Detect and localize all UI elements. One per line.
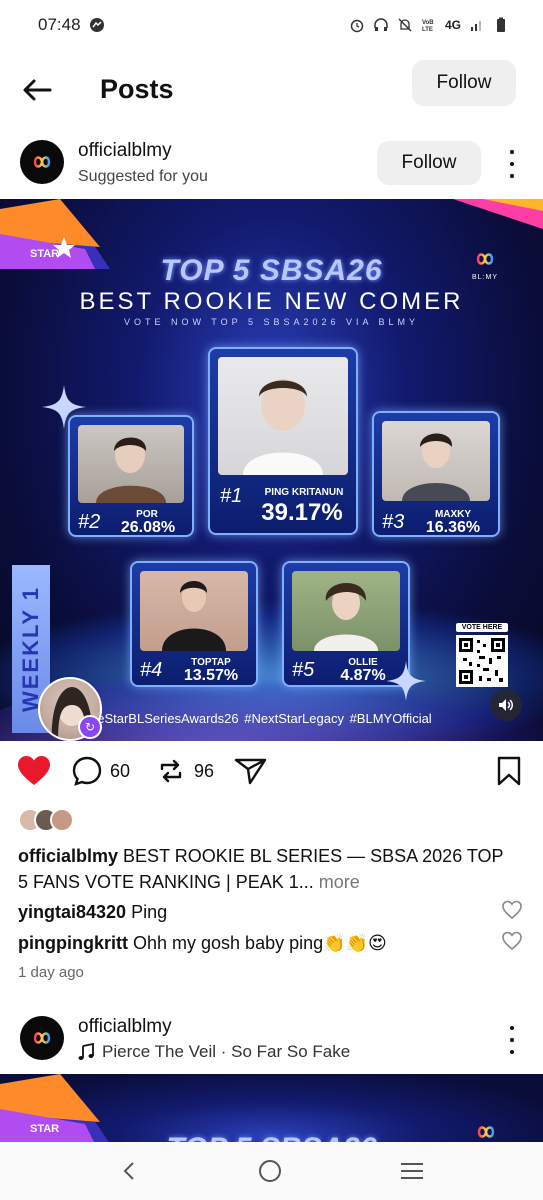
svg-text:LTE: LTE — [422, 27, 433, 33]
candidate-card-1: #1 PING KRITANUN 39.17% — [208, 347, 358, 535]
back-arrow-icon[interactable] — [20, 72, 56, 108]
username[interactable]: officialblmy — [78, 1016, 172, 1038]
repost-count: 96 — [194, 760, 215, 781]
like-button[interactable] — [18, 756, 50, 786]
comment-count: 60 — [110, 760, 131, 781]
username[interactable]: officialblmy — [78, 140, 172, 162]
post-header: officialblmy Pierce The Veil · So Far So… — [0, 1008, 543, 1068]
rank-label: #4 — [140, 659, 163, 681]
header-follow-button[interactable]: Follow — [412, 60, 516, 106]
candidate-percent: 13.57% — [183, 667, 239, 684]
follow-button[interactable]: Follow — [377, 141, 481, 185]
caption-username[interactable]: officialblmy — [18, 846, 118, 866]
music-title: Pierce The Veil · So Far So Fake — [102, 1042, 351, 1061]
messenger-icon — [89, 18, 104, 32]
comment-like-icon[interactable] — [502, 931, 522, 951]
suggested-label: Suggested for you — [78, 168, 208, 185]
volume-icon[interactable] — [490, 689, 522, 721]
nav-recents-icon[interactable] — [399, 1160, 425, 1182]
image-subtitle: BEST ROOKIE NEW COMER — [79, 288, 464, 315]
rank-label: #5 — [292, 659, 315, 681]
candidate-name: PING KRITANUN — [264, 487, 344, 498]
candidate-photo — [140, 571, 248, 651]
nav-back-icon[interactable] — [118, 1159, 142, 1183]
system-nav-bar — [0, 1142, 543, 1200]
signal-icon — [471, 21, 481, 31]
candidate-photo — [292, 571, 400, 651]
send-icon — [234, 758, 267, 785]
heart-filled-icon — [18, 756, 50, 785]
bookmark-icon — [497, 756, 521, 786]
liker-avatar — [50, 808, 74, 832]
infinity-logo-icon — [33, 1032, 51, 1044]
headphones-icon — [374, 18, 388, 31]
status-bar: 07:48 VoB LTE 4G — [0, 0, 543, 50]
hashtags: neStarBLSeriesAwards26 #NextStarLegacy #… — [90, 711, 432, 726]
comment-username[interactable]: yingtai84320 — [18, 902, 126, 922]
repost-badge-icon: ↻ — [78, 715, 102, 739]
vote-qr: VOTE HERE — [456, 623, 508, 689]
share-button[interactable] — [234, 756, 268, 786]
avatar[interactable] — [20, 1016, 64, 1060]
save-button[interactable] — [496, 756, 522, 786]
candidate-photo — [218, 357, 348, 475]
sparkle-icon — [386, 661, 426, 701]
vote-note: VOTE NOW TOP 5 SBSA2026 VIA BLMY — [123, 317, 420, 327]
page-title: Posts — [100, 74, 174, 104]
candidate-card-4: #4 TOPTAP 13.57% — [130, 561, 258, 687]
header: Posts Follow — [0, 58, 543, 120]
comment-row[interactable]: pingpingkritt Ohh my gosh baby ping👏👏😍 — [18, 933, 498, 954]
comment-row[interactable]: yingtai84320 Ping — [18, 902, 498, 923]
post-image[interactable]: STAR BL:MY TOP 5 SBSA26 BEST ROOKIE NEW … — [0, 199, 543, 741]
nav-home-icon[interactable] — [257, 1158, 283, 1184]
clock: 07:48 — [38, 15, 81, 34]
network-label: 4G — [444, 18, 461, 32]
rank-label: #3 — [382, 511, 405, 533]
comment-text: Ping — [131, 902, 168, 922]
timestamp: 1 day ago — [18, 964, 84, 981]
infinity-logo-icon — [33, 156, 51, 168]
comment-like-icon[interactable] — [502, 900, 522, 920]
candidate-photo — [382, 421, 490, 501]
vote-here-label: VOTE HERE — [456, 623, 508, 632]
candidate-percent: 39.17% — [261, 499, 343, 526]
rank-label: #1 — [220, 485, 243, 507]
image-title: TOP 5 SBSA26 — [0, 1132, 543, 1142]
caption[interactable]: officialblmy BEST ROOKIE BL SERIES — SBS… — [18, 843, 518, 895]
volte-icon: VoBLTE — [422, 20, 434, 33]
comment-username[interactable]: pingpingkritt — [18, 933, 128, 953]
week-label: WEEKLY 1 — [18, 585, 43, 713]
candidate-card-2: #2 POR 26.08% — [68, 415, 194, 537]
svg-text:VoB: VoB — [422, 20, 434, 26]
post-header: officialblmy Suggested for you Follow — [0, 132, 543, 196]
candidate-card-3: #3 MAXKY 16.36% — [372, 411, 500, 537]
qr-code — [456, 635, 508, 687]
more-options-icon[interactable] — [500, 150, 524, 178]
candidate-photo — [78, 425, 184, 503]
music-note-icon — [78, 1043, 94, 1060]
image-title: TOP 5 SBSA26 — [160, 254, 383, 287]
comment-icon — [72, 756, 102, 786]
avatar[interactable] — [20, 140, 64, 184]
battery-icon — [497, 17, 505, 32]
action-bar: 60 96 — [0, 752, 543, 796]
candidate-percent: 26.08% — [120, 519, 176, 536]
likers-avatars[interactable] — [18, 808, 74, 832]
rank-label: #2 — [78, 511, 101, 533]
music-info[interactable]: Pierce The Veil · So Far So Fake — [78, 1042, 350, 1062]
repost-icon — [160, 759, 182, 783]
comment-text: Ohh my gosh baby ping👏👏😍 — [133, 933, 387, 953]
mute-icon — [398, 18, 412, 32]
comment-button[interactable]: 60 — [72, 756, 130, 786]
post-image[interactable]: STAR TOP 5 SBSA26 — [0, 1074, 543, 1142]
repost-button[interactable]: 96 — [156, 756, 214, 786]
candidate-percent: 16.36% — [425, 519, 481, 536]
more-options-icon[interactable] — [500, 1026, 524, 1054]
alarm-icon — [350, 19, 364, 33]
more-link[interactable]: more — [319, 872, 360, 892]
